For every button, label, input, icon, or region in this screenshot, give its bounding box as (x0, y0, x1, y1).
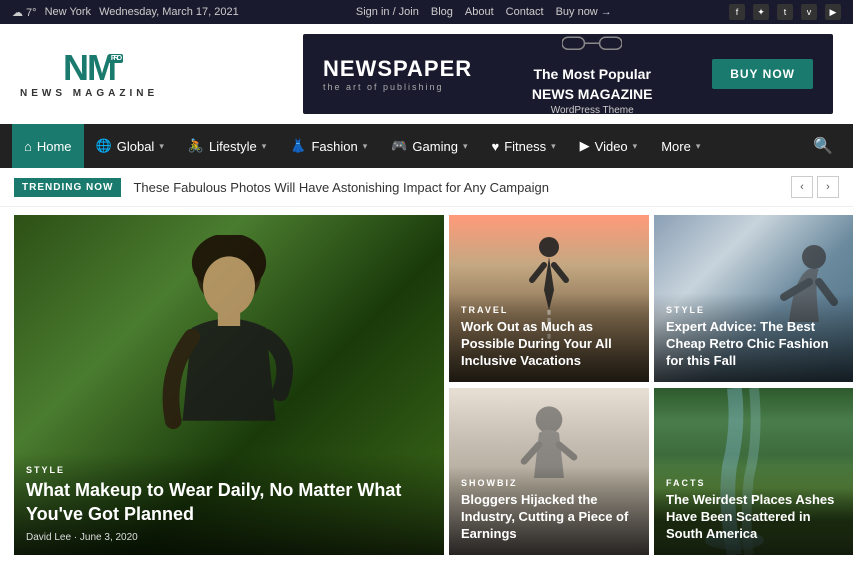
gaming-icon: 🎮 (391, 138, 407, 154)
nav-global-label: Global (117, 139, 155, 154)
article-card-style[interactable]: STYLE Expert Advice: The Best Cheap Retr… (654, 215, 853, 382)
article-card-facts[interactable]: FACTS The Weirdest Places Ashes Have Bee… (654, 388, 853, 555)
top-bar: ☁ 7° New York Wednesday, March 17, 2021 … (0, 0, 853, 24)
navbar: ⌂ Home 🌐 Global ▾ 🚴 Lifestyle ▾ 👗 Fashio… (0, 124, 853, 168)
nav-lifestyle[interactable]: 🚴 Lifestyle ▾ (176, 124, 278, 168)
nav-fitness-label: Fitness (504, 139, 546, 154)
chevron-down-icon: ▾ (363, 141, 368, 152)
top-bar-nav: Sign in / Join Blog About Contact Buy no… (356, 6, 612, 18)
contact-link[interactable]: Contact (506, 6, 544, 18)
card-overlay-travel: TRAVEL Work Out as Much as Possible Duri… (449, 293, 649, 382)
top-bar-left: ☁ 7° New York Wednesday, March 17, 2021 (12, 6, 239, 19)
card-title: The Weirdest Places Ashes Have Been Scat… (666, 492, 842, 543)
twitter-icon[interactable]: t (777, 4, 793, 20)
ad-left: NEWSPAPER the art of publishing (323, 56, 472, 92)
header: NM PRO NEWS MAGAZINE NEWSPAPER the art o… (0, 24, 853, 124)
ad-subtitle: the art of publishing (323, 82, 472, 92)
nav-home-label: Home (37, 139, 72, 154)
blog-link[interactable]: Blog (431, 6, 453, 18)
nav-lifestyle-label: Lifestyle (209, 139, 257, 154)
nav-global[interactable]: 🌐 Global ▾ (84, 124, 176, 168)
lifestyle-icon: 🚴 (188, 138, 204, 154)
card-category: SHOWBIZ (461, 478, 637, 488)
card-category: TRAVEL (461, 305, 637, 315)
ad-main-text: The Most Popular NEWS MAGAZINE (517, 65, 667, 104)
chevron-down-icon: ▾ (463, 141, 468, 152)
chevron-down-icon: ▾ (696, 141, 701, 152)
article-card-travel[interactable]: TRAVEL Work Out as Much as Possible Duri… (449, 215, 649, 382)
chevron-down-icon: ▾ (551, 141, 556, 152)
nav-more-label: More (661, 139, 691, 154)
trending-badge: TRENDING NOW (14, 178, 121, 197)
nav-gaming-label: Gaming (412, 139, 458, 154)
glasses-decoration (562, 34, 622, 55)
nav-fashion[interactable]: 👗 Fashion ▾ (278, 124, 379, 168)
card-meta: David Lee · June 3, 2020 (26, 532, 432, 543)
card-title: Bloggers Hijacked the Industry, Cutting … (461, 492, 637, 543)
card-overlay-style: STYLE Expert Advice: The Best Cheap Retr… (654, 293, 853, 382)
ad-right: Buy Now (712, 59, 813, 89)
instagram-icon[interactable]: ✦ (753, 4, 769, 20)
vimeo-icon[interactable]: v (801, 4, 817, 20)
weather-icon: ☁ 7° (12, 6, 37, 19)
youtube-icon[interactable]: ▶ (825, 4, 841, 20)
nav-video[interactable]: ▶ Video ▾ (568, 124, 650, 168)
card-title: What Makeup to Wear Daily, No Matter Wha… (26, 479, 432, 526)
global-icon: 🌐 (96, 138, 112, 154)
signin-link[interactable]: Sign in / Join (356, 6, 419, 18)
facebook-icon[interactable]: f (729, 4, 745, 20)
home-icon: ⌂ (24, 139, 32, 154)
chevron-down-icon: ▾ (633, 141, 638, 152)
card-overlay-showbiz: SHOWBIZ Bloggers Hijacked the Industry, … (449, 466, 649, 555)
buynow-top-link[interactable]: Buy now → (556, 6, 612, 18)
video-icon: ▶ (580, 138, 590, 154)
ad-sub-text: WordPress Theme (517, 104, 667, 114)
nav-home[interactable]: ⌂ Home (12, 124, 84, 168)
articles-grid: STYLE What Makeup to Wear Daily, No Matt… (0, 207, 853, 563)
buy-now-button[interactable]: Buy Now (712, 59, 813, 89)
pro-badge: PRO (108, 54, 123, 63)
ad-title: NEWSPAPER (323, 56, 472, 82)
fitness-icon: ♥ (491, 139, 499, 154)
fashion-icon: 👗 (290, 138, 306, 154)
date-label: Wednesday, March 17, 2021 (99, 6, 239, 18)
card-category: STYLE (666, 305, 842, 315)
trending-text: These Fabulous Photos Will Have Astonish… (133, 180, 779, 195)
chevron-down-icon: ▾ (159, 141, 164, 152)
nav-more[interactable]: More ▾ (649, 124, 712, 168)
trending-bar: TRENDING NOW These Fabulous Photos Will … (0, 168, 853, 207)
nav-fashion-label: Fashion (311, 139, 357, 154)
chevron-down-icon: ▾ (262, 141, 267, 152)
card-overlay-facts: FACTS The Weirdest Places Ashes Have Bee… (654, 466, 853, 555)
trending-arrows: ‹ › (791, 176, 839, 198)
nav-items: ⌂ Home 🌐 Global ▾ 🚴 Lifestyle ▾ 👗 Fashio… (12, 124, 712, 168)
nav-gaming[interactable]: 🎮 Gaming ▾ (379, 124, 479, 168)
card-title: Expert Advice: The Best Cheap Retro Chic… (666, 319, 842, 370)
search-icon[interactable]: 🔍 (805, 136, 841, 156)
nav-video-label: Video (595, 139, 628, 154)
logo[interactable]: NM PRO NEWS MAGAZINE (20, 50, 158, 99)
nav-fitness[interactable]: ♥ Fitness ▾ (479, 124, 567, 168)
city-label: New York (45, 6, 91, 18)
card-category: FACTS (666, 478, 842, 488)
ad-banner[interactable]: NEWSPAPER the art of publishing The Most… (303, 34, 833, 114)
card-overlay-big: STYLE What Makeup to Wear Daily, No Matt… (14, 453, 444, 555)
ad-middle: The Most Popular NEWS MAGAZINE WordPress… (517, 34, 667, 114)
article-card-big[interactable]: STYLE What Makeup to Wear Daily, No Matt… (14, 215, 444, 555)
about-link[interactable]: About (465, 6, 494, 18)
logo-subtitle: NEWS MAGAZINE (20, 88, 158, 99)
card-category: STYLE (26, 465, 432, 475)
trend-prev-button[interactable]: ‹ (791, 176, 813, 198)
trend-next-button[interactable]: › (817, 176, 839, 198)
article-card-showbiz[interactable]: SHOWBIZ Bloggers Hijacked the Industry, … (449, 388, 649, 555)
logo-letters: NM PRO (63, 50, 115, 86)
social-links: f ✦ t v ▶ (729, 4, 841, 20)
card-title: Work Out as Much as Possible During Your… (461, 319, 637, 370)
